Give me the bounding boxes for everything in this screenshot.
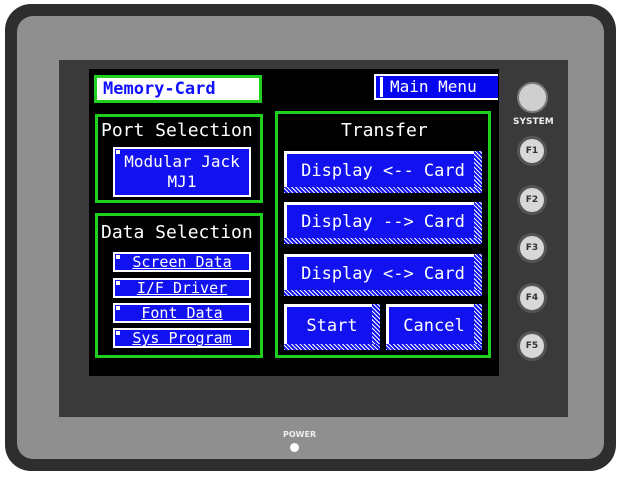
data-selection-title: Data Selection [101, 222, 253, 243]
selection-indicator [116, 331, 120, 335]
system-button[interactable] [517, 82, 548, 113]
port-selection-title: Port Selection [101, 120, 253, 141]
display-from-card-button[interactable]: Display <-- Card [284, 151, 482, 193]
page-title: Memory-Card [94, 75, 262, 103]
button-shadow [284, 290, 482, 296]
power-led-icon [290, 443, 299, 452]
start-button[interactable]: Start [284, 304, 380, 350]
transfer-panel: Transfer Display <-- Card Display --> Ca… [275, 111, 491, 358]
display-from-card-label: Display <-- Card [301, 161, 465, 181]
f2-key[interactable]: F2 [517, 185, 547, 215]
display-to-card-button[interactable]: Display --> Card [284, 202, 482, 244]
port-selection-panel: Port Selection Modular Jack MJ1 [95, 114, 263, 203]
button-shadow [284, 238, 482, 244]
touch-screen: Memory-Card Main Menu Port Selection Mod… [89, 69, 499, 376]
button-shadow [284, 344, 380, 350]
display-compare-card-button[interactable]: Display <-> Card [284, 254, 482, 296]
start-label: Start [306, 316, 358, 336]
font-data-label: Font Data [141, 304, 223, 322]
font-data-button[interactable]: Font Data [113, 303, 251, 323]
f4-key[interactable]: F4 [517, 283, 547, 313]
selection-indicator [116, 306, 120, 310]
modular-jack-button[interactable]: Modular Jack MJ1 [113, 147, 251, 197]
modular-jack-label: Modular Jack [124, 152, 240, 171]
sys-program-button[interactable]: Sys Program [113, 328, 251, 348]
power-label: POWER [283, 430, 317, 439]
button-shadow [284, 187, 482, 193]
f1-key[interactable]: F1 [517, 136, 547, 166]
transfer-title: Transfer [341, 120, 428, 141]
main-menu-marker [380, 77, 383, 97]
system-label: SYSTEM [513, 117, 554, 127]
data-selection-panel: Data Selection Screen Data I/F Driver Fo… [95, 213, 263, 358]
main-menu-button[interactable]: Main Menu [374, 74, 498, 100]
display-to-card-label: Display --> Card [301, 212, 465, 232]
cancel-button[interactable]: Cancel [386, 304, 482, 350]
display-compare-card-label: Display <-> Card [301, 264, 465, 284]
selection-indicator [116, 255, 120, 259]
screen-data-button[interactable]: Screen Data [113, 252, 251, 272]
port-name-label: MJ1 [167, 172, 197, 191]
f3-key[interactable]: F3 [517, 233, 547, 263]
cancel-label: Cancel [403, 316, 465, 336]
button-shadow [386, 344, 482, 350]
sys-program-label: Sys Program [132, 329, 232, 347]
screen-data-label: Screen Data [132, 253, 232, 271]
if-driver-button[interactable]: I/F Driver [113, 278, 251, 298]
selection-indicator [116, 150, 120, 154]
if-driver-label: I/F Driver [136, 279, 228, 297]
selection-indicator [116, 281, 120, 285]
f5-key[interactable]: F5 [517, 331, 547, 361]
